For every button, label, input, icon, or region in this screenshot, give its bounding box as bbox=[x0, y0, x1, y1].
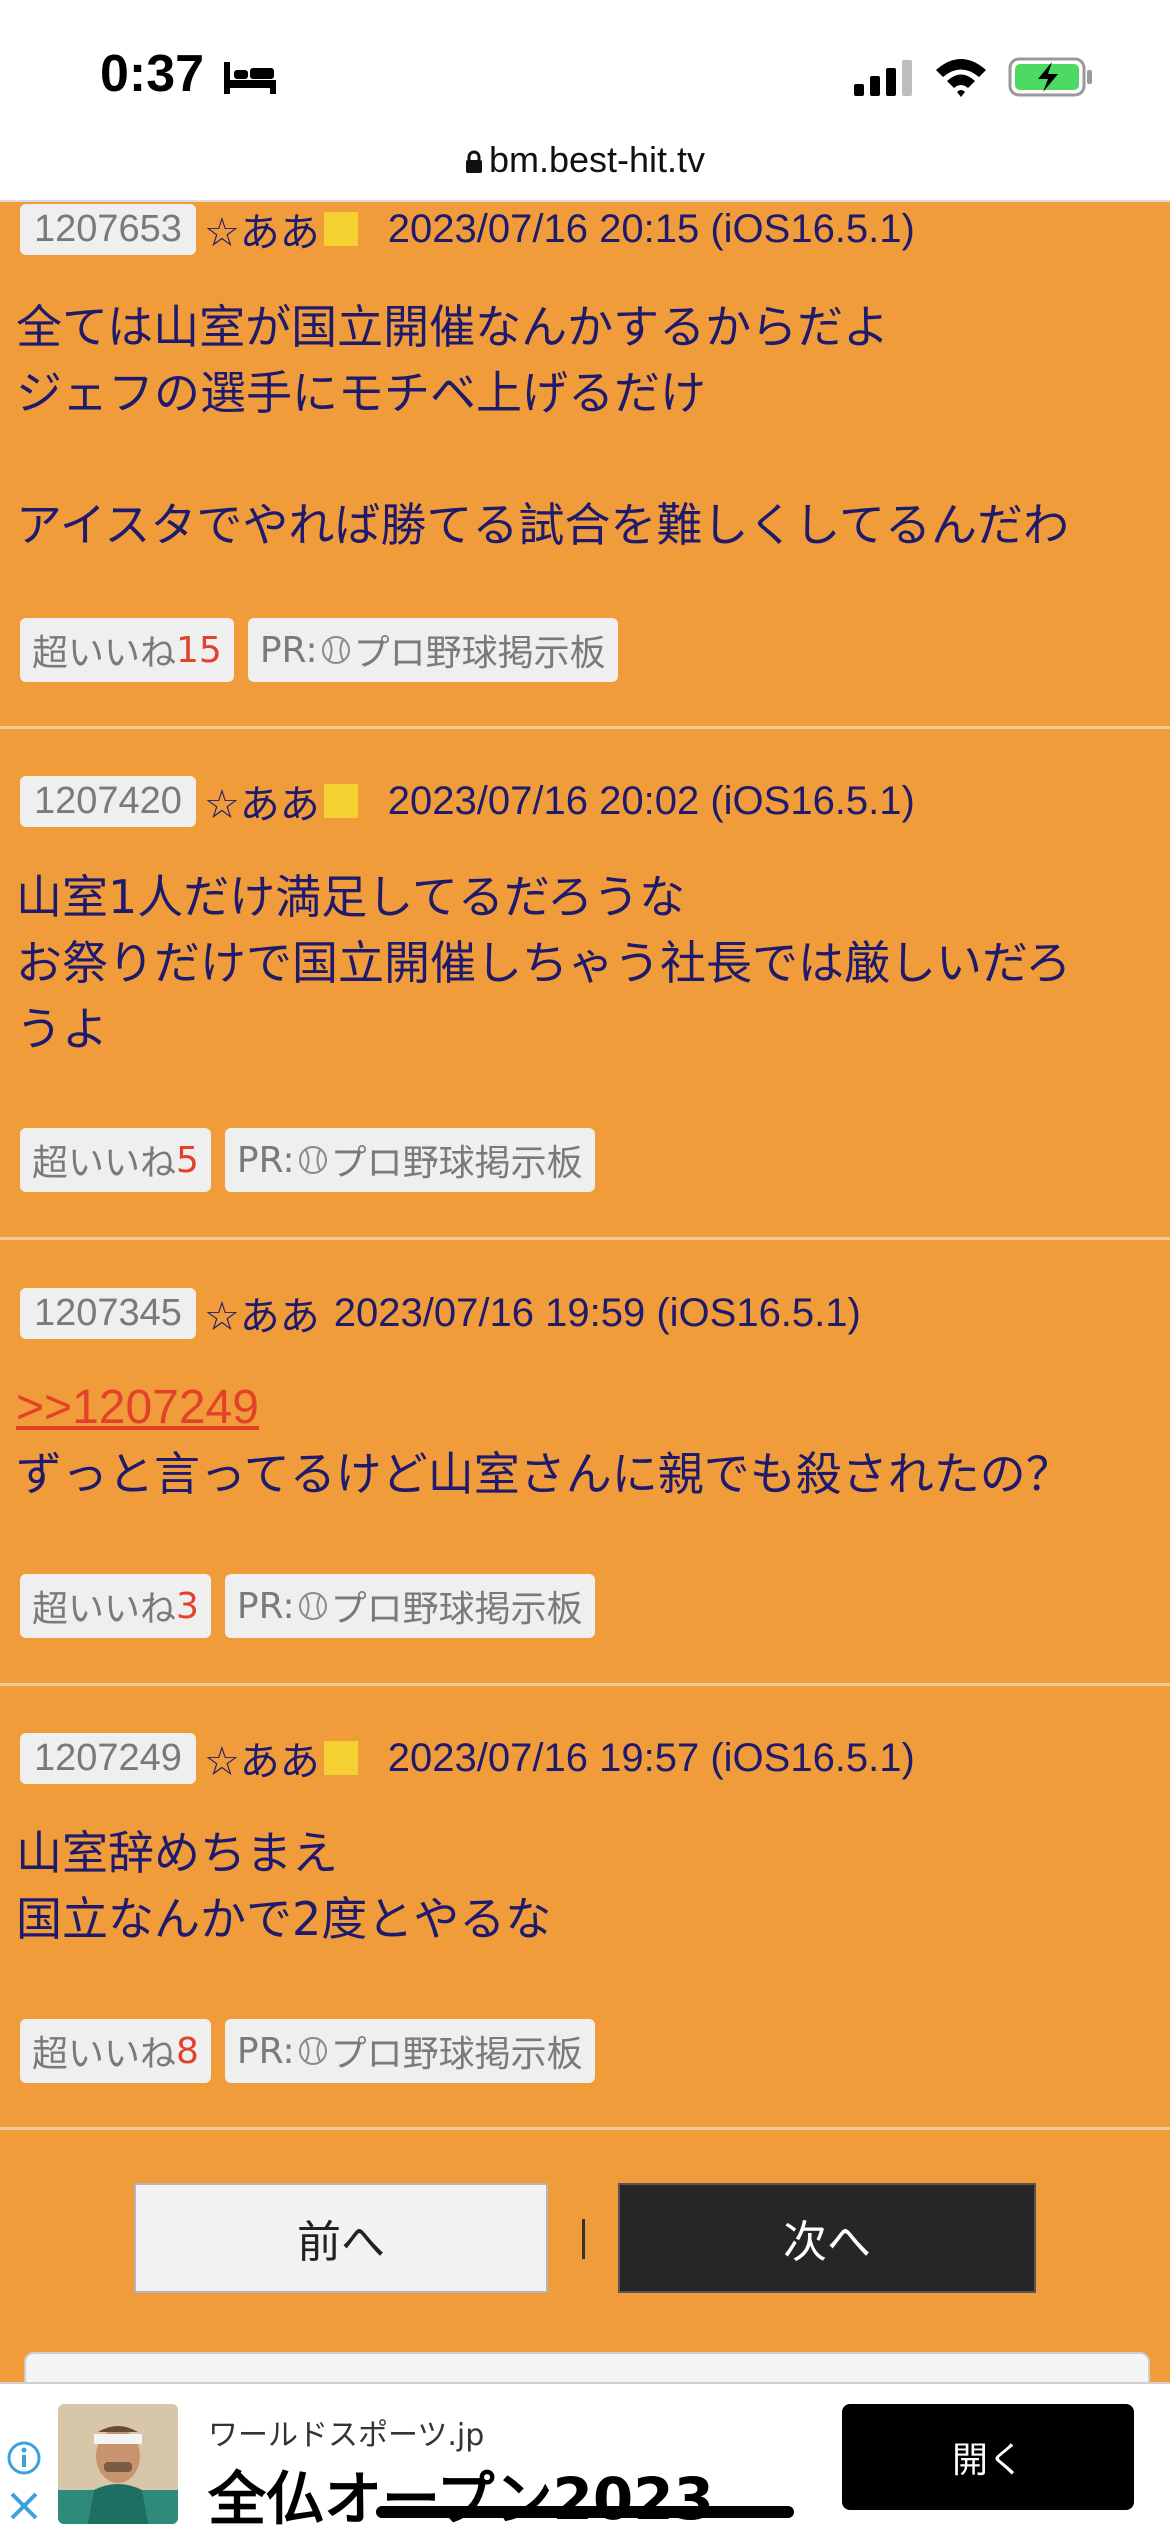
previous-page-button[interactable]: 前へ bbox=[134, 2183, 548, 2293]
post-line: お祭りだけで国立開催しちゃう社長では厳しいだろ bbox=[16, 936, 1072, 990]
super-like-count: 5 bbox=[176, 1139, 199, 1181]
pr-link[interactable]: PR: プロ野球掲示板 bbox=[224, 2019, 595, 2083]
pager-divider bbox=[582, 2219, 585, 2259]
baseball-icon bbox=[321, 636, 350, 664]
super-like-button[interactable]: 超いいね 3 bbox=[20, 1574, 211, 1638]
post-line: ジェフの選手にモチベ上げるだけ bbox=[16, 366, 706, 420]
post-line: 山室1人だけ満足してるだろうな bbox=[16, 870, 686, 924]
super-like-count: 15 bbox=[176, 629, 222, 671]
post-body: 山室1人だけ満足してるだろうな お祭りだけで国立開催しちゃう社長では厳しいだろ … bbox=[16, 864, 1156, 1062]
reply-anchor-link[interactable]: >>1207249 bbox=[16, 1375, 1156, 1441]
post-number[interactable]: 1207345 bbox=[20, 1287, 196, 1339]
battery-charging-icon bbox=[1008, 57, 1092, 97]
poster-badge bbox=[323, 1741, 358, 1775]
post-number[interactable]: 1207653 bbox=[20, 203, 196, 255]
post-body: 山室辞めちまえ 国立なんかで2度とやるな bbox=[16, 1820, 1156, 1952]
post-line: うよ bbox=[16, 1002, 108, 1056]
super-like-count: 8 bbox=[176, 2030, 199, 2072]
post-date: 2023/07/16 19:59 (iOS16.5.1) bbox=[333, 1290, 861, 1335]
ad-thumbnail-image bbox=[58, 2404, 178, 2524]
baseball-icon bbox=[298, 1146, 327, 1174]
ad-close-icon[interactable] bbox=[6, 2488, 42, 2524]
sleep-focus-icon bbox=[224, 62, 276, 94]
pr-label: プロ野球掲示板 bbox=[330, 2034, 583, 2075]
post-line: 国立なんかで2度とやるな bbox=[16, 1892, 552, 1946]
post-item: 1207249 ☆ああ 2023/07/16 19:57 (iOS16.5.1)… bbox=[0, 1686, 1170, 2130]
post-line: 山室辞めちまえ bbox=[16, 1826, 338, 1880]
pr-link[interactable]: PR: プロ野球掲示板 bbox=[224, 1128, 595, 1192]
home-indicator[interactable] bbox=[376, 2506, 794, 2518]
poster-name: ☆ああ bbox=[203, 210, 320, 256]
ad-open-button[interactable]: 開く bbox=[842, 2404, 1134, 2510]
super-like-label: 超いいね bbox=[32, 633, 177, 674]
poster-name: ☆ああ bbox=[203, 1739, 320, 1785]
post-header: 1207249 ☆ああ 2023/07/16 19:57 (iOS16.5.1) bbox=[20, 1729, 915, 1787]
pr-prefix: PR: bbox=[236, 1139, 295, 1181]
super-like-count: 3 bbox=[176, 1585, 199, 1627]
pr-label: プロ野球掲示板 bbox=[330, 1589, 583, 1630]
poster-badge bbox=[323, 212, 358, 246]
pr-link[interactable]: PR: プロ野球掲示板 bbox=[224, 1574, 595, 1638]
baseball-icon bbox=[298, 2037, 327, 2065]
wifi-icon bbox=[936, 59, 986, 97]
ad-info-icon[interactable] bbox=[6, 2440, 42, 2476]
post-body: >>1207249 ずっと言ってるけど山室さんに親でも殺されたの？ bbox=[16, 1375, 1156, 1507]
pr-prefix: PR: bbox=[259, 629, 318, 671]
lock-icon bbox=[465, 150, 482, 173]
super-like-button[interactable]: 超いいね 15 bbox=[20, 618, 234, 682]
post-line: 全ては山室が国立開催なんかするからだよ bbox=[16, 300, 890, 354]
pr-prefix: PR: bbox=[236, 1585, 295, 1627]
post-footer: 超いいね 3 PR: プロ野球掲示板 bbox=[20, 1574, 595, 1638]
status-bar: 0:37 bbox=[0, 0, 1170, 140]
pr-label: プロ野球掲示板 bbox=[330, 1143, 583, 1184]
pr-prefix: PR: bbox=[236, 2030, 295, 2072]
pr-link[interactable]: PR: プロ野球掲示板 bbox=[247, 618, 618, 682]
post-item: 1207345 ☆ああ 2023/07/16 19:59 (iOS16.5.1)… bbox=[0, 1240, 1170, 1686]
post-date: 2023/07/16 20:02 (iOS16.5.1) bbox=[387, 778, 915, 823]
poster-badge bbox=[323, 784, 358, 818]
post-header: 1207345 ☆ああ 2023/07/16 19:59 (iOS16.5.1) bbox=[20, 1284, 861, 1342]
super-like-label: 超いいね bbox=[32, 1589, 177, 1630]
status-time: 0:37 bbox=[100, 45, 205, 103]
post-header: 1207653 ☆ああ 2023/07/16 20:15 (iOS16.5.1) bbox=[20, 200, 915, 258]
post-footer: 超いいね 5 PR: プロ野球掲示板 bbox=[20, 1128, 595, 1192]
ad-source: ワールドスポーツ.jp bbox=[208, 2418, 485, 2453]
super-like-label: 超いいね bbox=[32, 2034, 177, 2075]
post-date: 2023/07/16 19:57 (iOS16.5.1) bbox=[387, 1735, 915, 1780]
post-footer: 超いいね 8 PR: プロ野球掲示板 bbox=[20, 2019, 595, 2083]
ad-headline: 全仏オープン2023 bbox=[208, 2465, 714, 2530]
pr-label: プロ野球掲示板 bbox=[353, 633, 606, 674]
post-line: アイスタでやれば勝てる試合を難しくしてるんだわ bbox=[16, 498, 1069, 552]
post-footer: 超いいね 15 PR: プロ野球掲示板 bbox=[20, 618, 618, 682]
post-item: 1207653 ☆ああ 2023/07/16 20:15 (iOS16.5.1)… bbox=[0, 200, 1170, 729]
post-number[interactable]: 1207420 bbox=[20, 775, 196, 827]
super-like-label: 超いいね bbox=[32, 1143, 177, 1184]
super-like-button[interactable]: 超いいね 8 bbox=[20, 2019, 211, 2083]
post-header: 1207420 ☆ああ 2023/07/16 20:02 (iOS16.5.1) bbox=[20, 772, 915, 830]
super-like-button[interactable]: 超いいね 5 bbox=[20, 1128, 211, 1192]
post-item: 1207420 ☆ああ 2023/07/16 20:02 (iOS16.5.1)… bbox=[0, 729, 1170, 1240]
baseball-icon bbox=[298, 1592, 327, 1620]
poster-name: ☆ああ bbox=[203, 782, 320, 828]
poster-name: ☆ああ bbox=[203, 1294, 320, 1340]
url-bar[interactable]: bm.best-hit.tv bbox=[0, 140, 1170, 202]
post-line bbox=[16, 426, 1156, 492]
post-date: 2023/07/16 20:15 (iOS16.5.1) bbox=[387, 206, 915, 251]
url-text: bm.best-hit.tv bbox=[488, 139, 706, 180]
pagination: 前へ 次へ bbox=[0, 2183, 1170, 2295]
post-body: 全ては山室が国立開催なんかするからだよ ジェフの選手にモチベ上げるだけ アイスタ… bbox=[16, 294, 1156, 558]
cellular-signal-icon bbox=[854, 60, 912, 96]
post-number[interactable]: 1207249 bbox=[20, 1732, 196, 1784]
post-line: ずっと言ってるけど山室さんに親でも殺されたの？ bbox=[16, 1447, 1072, 1501]
next-page-button[interactable]: 次へ bbox=[618, 2183, 1036, 2293]
